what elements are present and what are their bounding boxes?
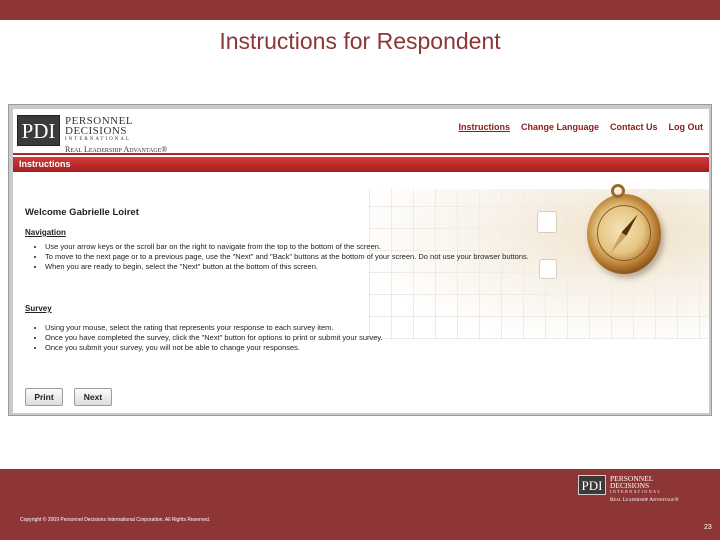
list-item: When you are ready to begin, select the … — [45, 262, 535, 271]
footer-logo-name-line2: DECISIONS — [610, 481, 650, 490]
header-divider — [13, 153, 709, 155]
list-item: To move to the next page or to a previou… — [45, 252, 535, 261]
nav-log-out-link[interactable]: Log Out — [669, 122, 704, 132]
screenshot-frame: PDI PERSONNEL DECISIONS INTERNATIONAL Re… — [8, 104, 712, 416]
survey-list: Using your mouse, select the rating that… — [35, 323, 535, 353]
list-item: Use your arrow keys or the scroll bar on… — [45, 242, 535, 251]
nav-contact-us-link[interactable]: Contact Us — [610, 122, 658, 132]
navigation-heading: Navigation — [25, 228, 66, 237]
list-item: Once you submit your survey, you will no… — [45, 343, 535, 352]
footer-logo-mark: PDI — [578, 475, 606, 495]
footer-logo-international: INTERNATIONAL — [610, 489, 662, 494]
section-title: Instructions — [19, 159, 71, 169]
puzzle-piece — [539, 259, 557, 279]
footer-logo-tagline: Real Leadership Advantage® — [610, 497, 679, 503]
top-nav: Instructions Change Language Contact Us … — [458, 122, 703, 132]
app-window: PDI PERSONNEL DECISIONS INTERNATIONAL Re… — [13, 109, 709, 413]
puzzle-piece — [537, 211, 557, 233]
copyright-text: Copyright © 2009 Personnel Decisions Int… — [20, 517, 211, 523]
welcome-heading: Welcome Gabrielle Loiret — [25, 207, 139, 218]
compass-icon — [587, 184, 661, 274]
print-button[interactable]: Print — [25, 388, 63, 406]
logo-international: INTERNATIONAL — [65, 137, 131, 142]
survey-heading: Survey — [25, 304, 52, 313]
nav-instructions-link[interactable]: Instructions — [458, 122, 510, 132]
slide-title: Instructions for Respondent — [219, 28, 501, 54]
footer-bar: Copyright © 2009 Personnel Decisions Int… — [0, 469, 720, 540]
section-bar: Instructions — [13, 157, 709, 172]
page-number: 23 — [704, 524, 712, 531]
logo-mark: PDI — [17, 115, 60, 146]
navigation-list: Use your arrow keys or the scroll bar on… — [35, 242, 535, 272]
list-item: Once you have completed the survey, clic… — [45, 333, 535, 342]
footer-logo-name: PERSONNEL DECISIONS — [610, 475, 690, 490]
logo-name: PERSONNEL DECISIONS — [65, 116, 175, 137]
list-item: Using your mouse, select the rating that… — [45, 323, 535, 332]
next-button[interactable]: Next — [74, 388, 112, 406]
logo-name-line2: DECISIONS — [65, 125, 127, 137]
nav-change-language-link[interactable]: Change Language — [521, 122, 599, 132]
compass-ring-top — [611, 184, 625, 198]
header-bar — [0, 0, 720, 20]
